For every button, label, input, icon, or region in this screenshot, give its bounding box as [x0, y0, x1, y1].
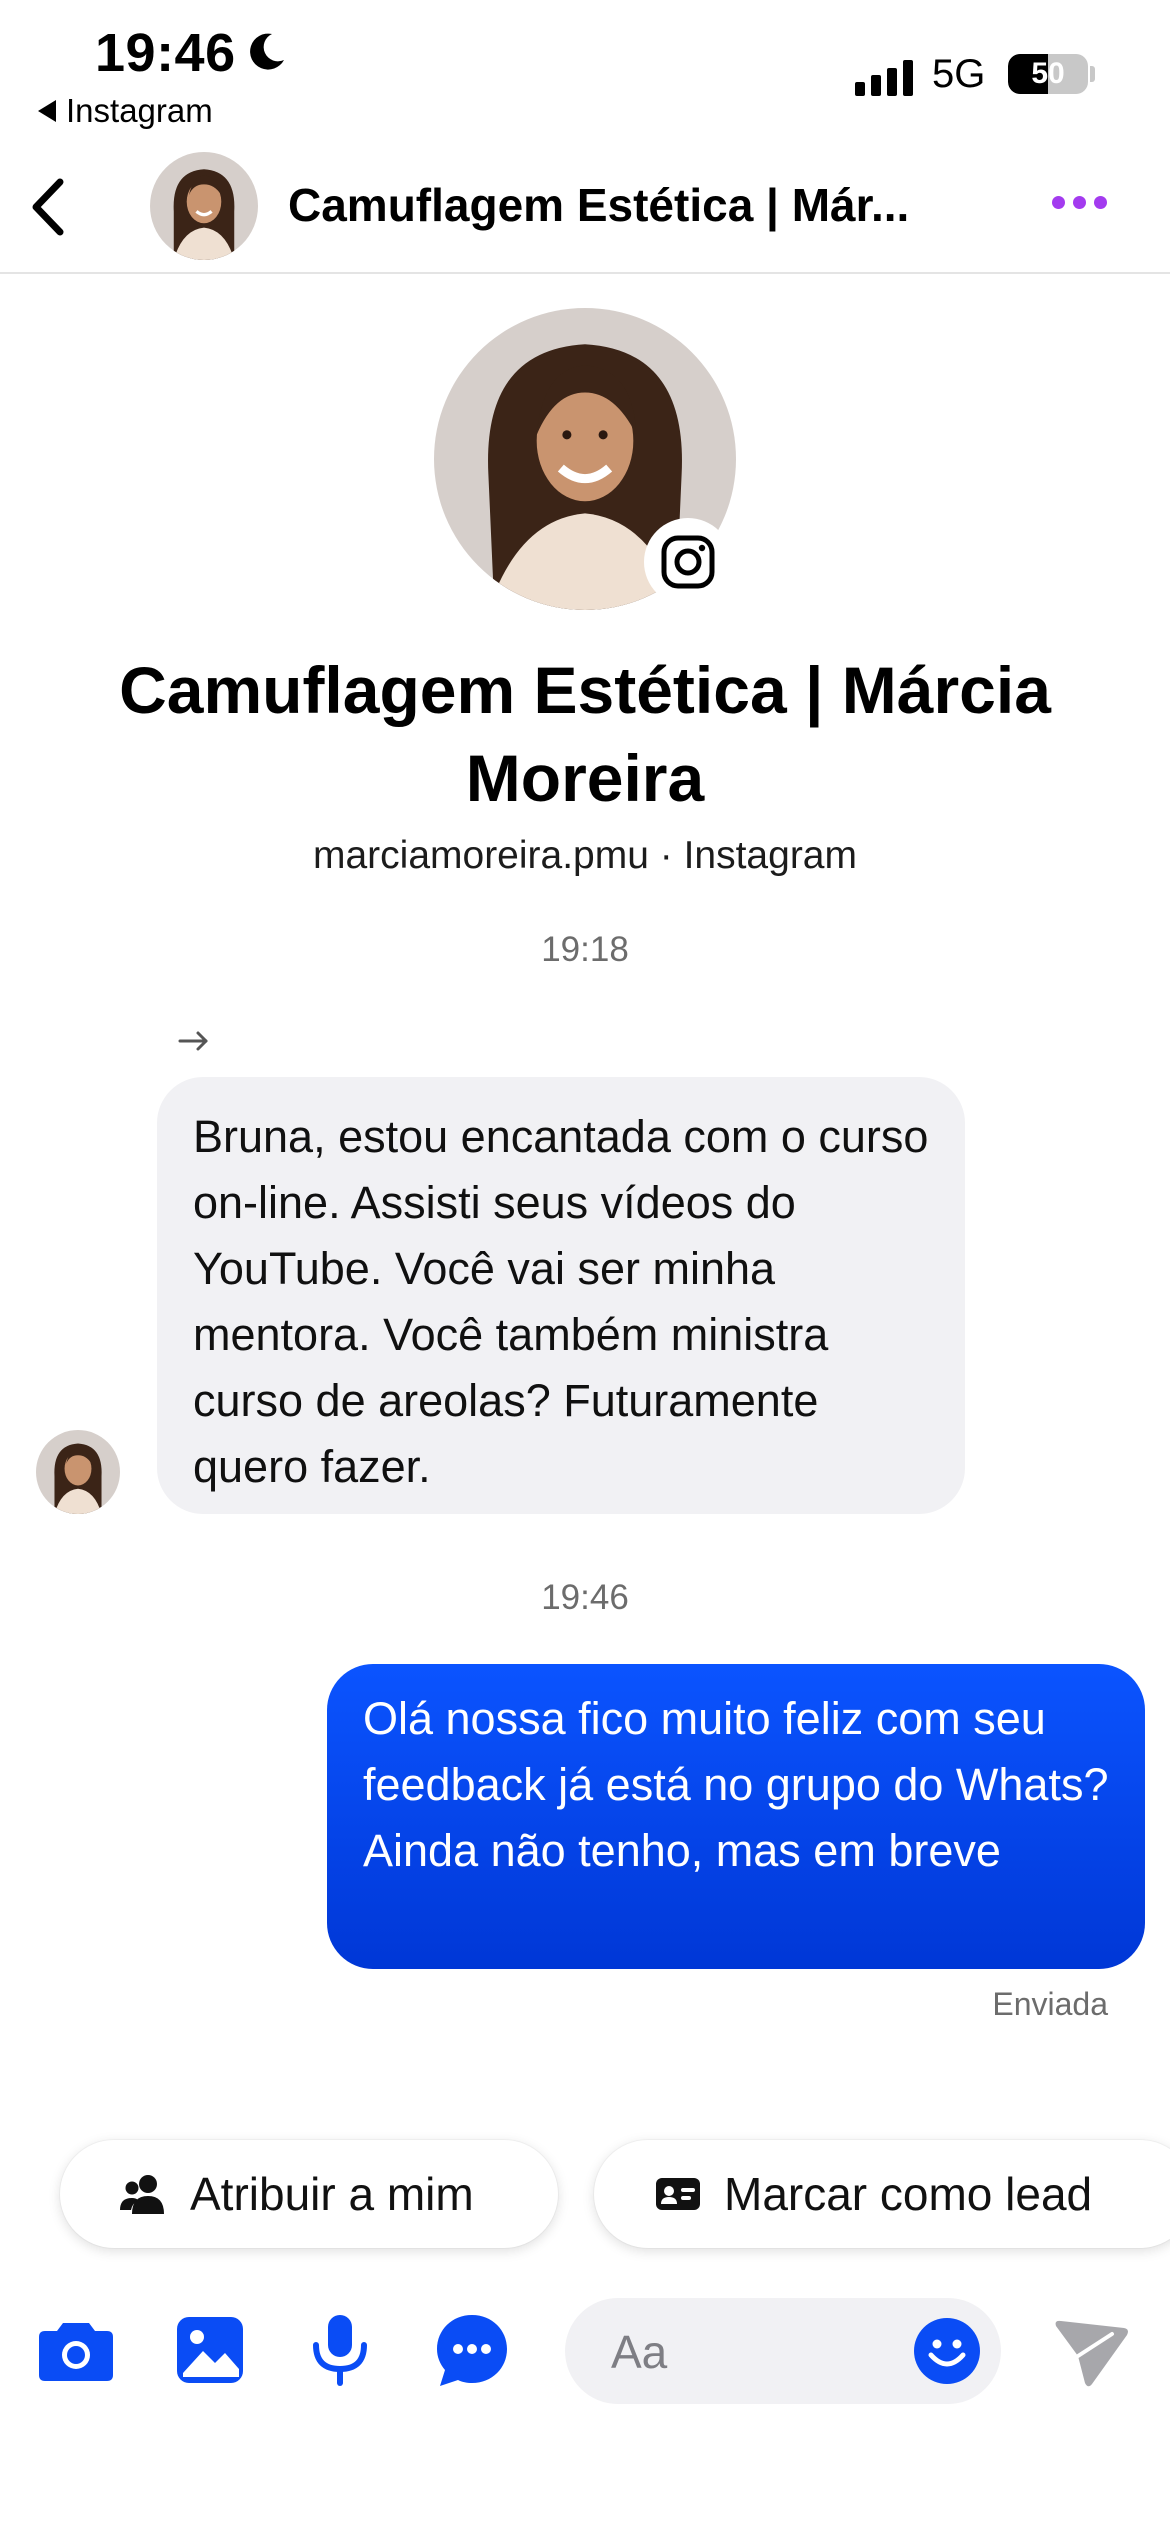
mark-as-lead-label: Marcar como lead	[724, 2168, 1093, 2220]
header-divider	[0, 272, 1170, 274]
instagram-icon	[644, 518, 732, 606]
assign-to-me-label: Atribuir a mim	[190, 2168, 474, 2220]
message-input[interactable]	[609, 2298, 913, 2406]
header-title[interactable]: Camuflagem Estética | Már...	[288, 178, 978, 232]
message-timestamp: 19:46	[541, 1578, 629, 1617]
back-app-label: Instagram	[66, 92, 213, 129]
sender-avatar[interactable]	[36, 1430, 120, 1514]
battery-level: 50	[1031, 57, 1065, 90]
assign-to-me-button[interactable]: Atribuir a mim	[60, 2140, 558, 2248]
sent-status: Enviada	[992, 1986, 1108, 2022]
mark-as-lead-button[interactable]: Marcar como lead	[594, 2140, 1170, 2248]
back-to-instagram-link[interactable]: Instagram	[38, 92, 213, 130]
back-chevron-icon[interactable]	[22, 172, 78, 242]
lead-card-icon	[656, 2178, 700, 2210]
battery-icon: 50	[1008, 54, 1088, 94]
forward-arrow-icon	[178, 1031, 208, 1051]
camera-icon[interactable]	[36, 2310, 116, 2390]
gallery-icon[interactable]	[170, 2310, 250, 2390]
battery-tip	[1090, 66, 1095, 82]
microphone-icon[interactable]	[300, 2310, 380, 2390]
emoji-icon[interactable]	[913, 2317, 981, 2385]
back-triangle-icon	[38, 100, 56, 122]
signal-icon	[855, 56, 913, 96]
send-icon[interactable]	[1052, 2318, 1130, 2388]
moon-icon	[250, 33, 284, 70]
message-timestamp: 19:18	[541, 930, 629, 969]
chat-bubble-icon[interactable]	[432, 2310, 512, 2390]
message-composer[interactable]	[565, 2298, 1001, 2406]
header-avatar[interactable]	[150, 152, 258, 260]
status-time: 19:46	[95, 23, 236, 83]
network-label: 5G	[932, 52, 986, 96]
person-group-icon	[120, 2175, 164, 2214]
profile-subtitle: marciamoreira.pmu · Instagram	[313, 834, 857, 877]
profile-name: Camuflagem Estética | Márcia Moreira	[119, 653, 1051, 815]
incoming-message-bubble[interactable]: Bruna, estou encantada com o curso on-li…	[157, 1077, 965, 1514]
outgoing-message-bubble[interactable]: Olá nossa fico muito feliz com seu feedb…	[327, 1664, 1145, 1969]
more-icon[interactable]	[1052, 196, 1107, 209]
